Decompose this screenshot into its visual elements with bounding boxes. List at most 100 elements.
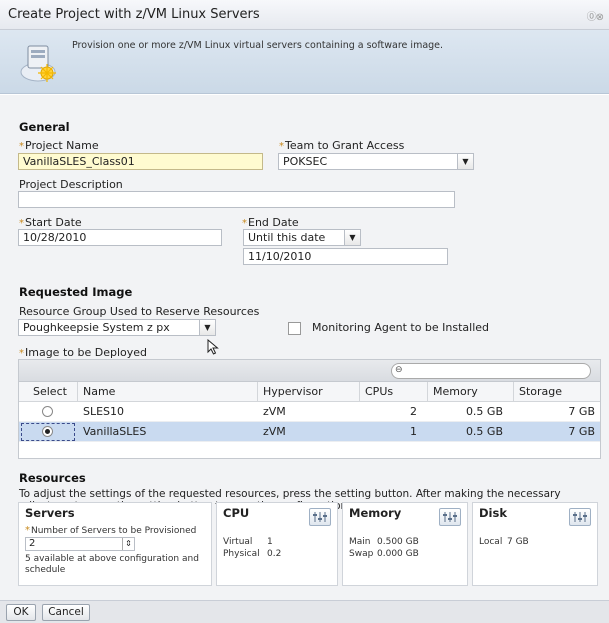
team-label: *Team to Grant Access xyxy=(279,139,404,152)
disk-local-label: Local xyxy=(479,537,503,547)
banner-description: Provision one or more z/VM Linux virtual… xyxy=(72,40,444,51)
column-divider xyxy=(427,382,428,402)
dropdown-arrow-icon[interactable]: ▼ xyxy=(457,154,473,169)
cpu-panel: CPU Virtual 1 Physical 0.2 xyxy=(216,502,338,586)
filter-input[interactable]: ⊖ xyxy=(391,363,591,379)
column-header-memory[interactable]: Memory xyxy=(433,385,478,398)
monitoring-agent-checkbox[interactable] xyxy=(288,322,301,335)
settings-icon xyxy=(573,512,587,522)
row-memory: 0.5 GB xyxy=(465,425,503,438)
column-divider xyxy=(359,382,360,402)
servers-panel: Servers *Number of Servers to be Provisi… xyxy=(18,502,212,586)
requested-image-section-title: Requested Image xyxy=(19,285,133,299)
column-header-storage[interactable]: Storage xyxy=(519,385,562,398)
image-to-deploy-label: *Image to be Deployed xyxy=(19,346,147,359)
required-marker: * xyxy=(19,348,24,359)
resources-section-title: Resources xyxy=(19,471,86,485)
project-description-label: Project Description xyxy=(19,178,123,191)
project-description-input[interactable] xyxy=(18,191,455,208)
team-label-text: Team to Grant Access xyxy=(285,139,405,152)
settings-icon xyxy=(313,512,327,522)
dropdown-arrow-icon[interactable]: ▼ xyxy=(344,230,360,245)
server-count-label-text: Number of Servers to be Provisioned xyxy=(31,526,197,536)
end-date-input[interactable]: 11/10/2010 xyxy=(243,248,448,265)
team-select[interactable]: POKSEC ▼ xyxy=(278,153,474,170)
cpu-virtual-label: Virtual xyxy=(223,537,253,547)
project-name-input[interactable]: VanillaSLES_Class01 xyxy=(18,153,263,170)
dropdown-arrow-icon[interactable]: ▼ xyxy=(199,320,215,335)
required-marker: * xyxy=(279,141,284,152)
resource-group-select[interactable]: Poughkeepsie System z px ▼ xyxy=(18,319,216,336)
column-divider xyxy=(257,382,258,402)
disk-settings-button[interactable] xyxy=(569,508,591,526)
window-titlebar: Create Project with z/VM Linux Servers ⓪… xyxy=(0,0,609,30)
column-header-hypervisor[interactable]: Hypervisor xyxy=(263,385,323,398)
required-marker: * xyxy=(19,141,24,152)
dialog-footer: OK Cancel xyxy=(0,600,609,623)
project-name-label-text: Project Name xyxy=(25,139,99,152)
mouse-pointer-icon xyxy=(207,339,219,355)
memory-title: Memory xyxy=(349,506,402,520)
row-select-radio[interactable] xyxy=(42,426,53,437)
servers-title: Servers xyxy=(25,506,75,520)
end-date-label-text: End Date xyxy=(248,216,299,229)
start-date-input[interactable]: 10/28/2010 xyxy=(18,229,222,246)
server-count-label: *Number of Servers to be Provisioned xyxy=(25,525,196,536)
team-select-value: POKSEC xyxy=(283,155,328,168)
row-memory: 0.5 GB xyxy=(465,405,503,418)
memory-settings-button[interactable] xyxy=(439,508,461,526)
window-controls[interactable]: ⓪⊗ xyxy=(587,8,604,23)
row-cpus: 2 xyxy=(410,405,417,418)
end-date-label: *End Date xyxy=(242,216,299,229)
disk-local-value: 7 GB xyxy=(507,537,529,547)
project-name-label: *Project Name xyxy=(19,139,99,152)
memory-main-value: 0.500 GB xyxy=(377,537,419,547)
column-divider xyxy=(513,382,514,402)
required-marker: * xyxy=(25,525,30,536)
server-count-stepper[interactable]: 2 ⇕ xyxy=(25,537,135,551)
row-storage: 7 GB xyxy=(568,425,595,438)
end-date-mode-value: Until this date xyxy=(248,231,326,244)
row-hypervisor: zVM xyxy=(263,425,286,438)
memory-swap-value: 0.000 GB xyxy=(377,549,419,559)
settings-icon xyxy=(443,512,457,522)
required-marker: * xyxy=(242,218,247,229)
main-content: General *Project Name VanillaSLES_Class0… xyxy=(0,95,609,600)
monitoring-agent-label: Monitoring Agent to be Installed xyxy=(312,321,490,334)
cancel-button[interactable]: Cancel xyxy=(42,604,90,621)
table-header: Select Name Hypervisor CPUs Memory Stora… xyxy=(19,382,600,402)
start-date-label: *Start Date xyxy=(19,216,82,229)
image-to-deploy-label-text: Image to be Deployed xyxy=(25,346,147,359)
start-date-label-text: Start Date xyxy=(25,216,82,229)
table-row[interactable]: VanillaSLES zVM 1 0.5 GB 7 GB xyxy=(19,422,600,442)
ok-button[interactable]: OK xyxy=(6,604,36,621)
row-name: SLES10 xyxy=(83,405,125,418)
end-date-mode-select[interactable]: Until this date ▼ xyxy=(243,229,361,246)
server-availability-text: 5 available at above configuration and s… xyxy=(25,554,199,575)
window-title: Create Project with z/VM Linux Servers xyxy=(8,7,260,22)
row-name: VanillaSLES xyxy=(83,425,147,438)
header-banner: Provision one or more z/VM Linux virtual… xyxy=(0,30,609,94)
column-divider xyxy=(77,382,78,402)
cpu-settings-button[interactable] xyxy=(309,508,331,526)
column-header-select[interactable]: Select xyxy=(33,385,67,398)
server-count-value: 2 xyxy=(29,538,36,549)
row-cpus: 1 xyxy=(410,425,417,438)
table-row[interactable]: SLES10 zVM 2 0.5 GB 7 GB xyxy=(19,402,600,422)
row-storage: 7 GB xyxy=(568,405,595,418)
column-header-cpus[interactable]: CPUs xyxy=(365,385,393,398)
cpu-physical-value: 0.2 xyxy=(267,549,282,559)
general-section-title: General xyxy=(19,120,70,134)
row-select-radio[interactable] xyxy=(42,406,53,417)
cpu-physical-label: Physical xyxy=(223,549,260,559)
resource-group-value: Poughkeepsie System z px xyxy=(23,321,170,334)
filter-icon[interactable]: ⊖ xyxy=(395,365,403,375)
table-toolbar: ⊖ xyxy=(19,360,600,382)
memory-main-label: Main xyxy=(349,537,371,547)
memory-swap-label: Swap xyxy=(349,549,374,559)
column-header-name[interactable]: Name xyxy=(83,385,115,398)
stepper-icon[interactable]: ⇕ xyxy=(122,538,134,550)
cpu-virtual-value: 1 xyxy=(267,537,273,547)
disk-panel: Disk Local 7 GB xyxy=(472,502,598,586)
server-wizard-icon xyxy=(20,45,56,82)
